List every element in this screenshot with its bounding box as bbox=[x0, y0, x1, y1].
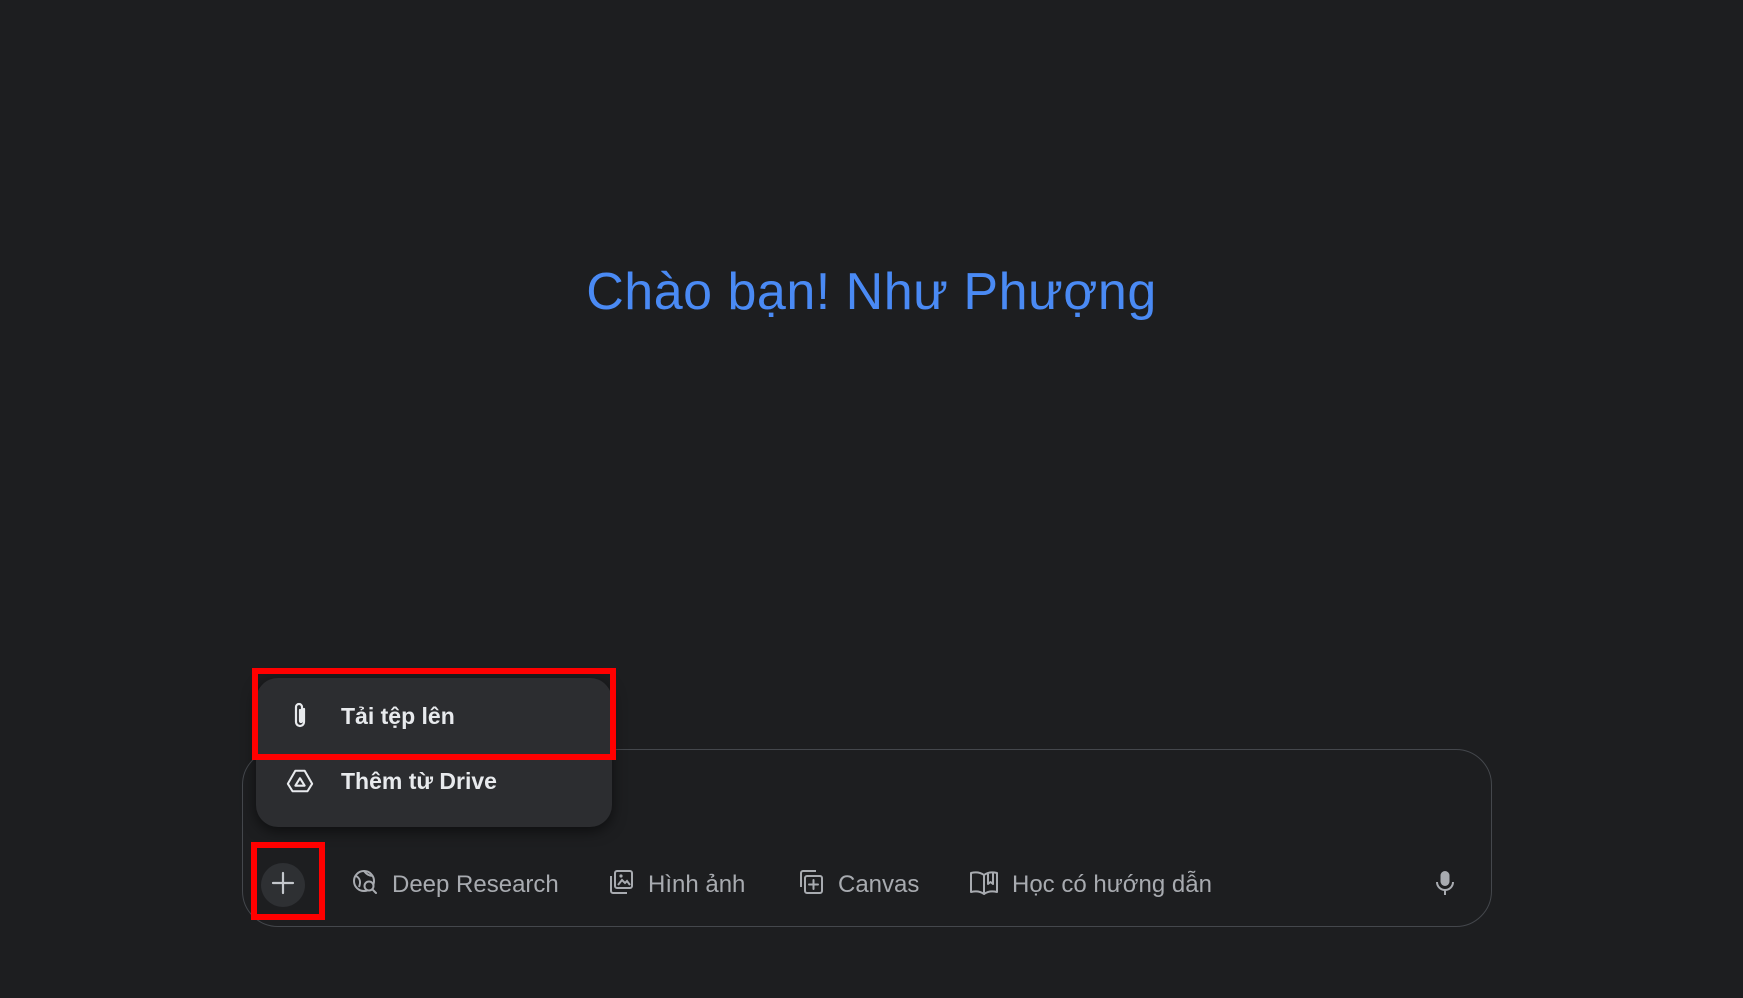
canvas-add-icon bbox=[796, 867, 826, 904]
drive-icon bbox=[286, 767, 314, 795]
app-stage: Chào bạn! Như Phượng Deep Research Hình … bbox=[0, 0, 1743, 998]
image-gallery-icon bbox=[606, 867, 636, 904]
microphone-button[interactable] bbox=[1423, 863, 1467, 907]
greeting-title: Chào bạn! Như Phượng bbox=[586, 263, 1157, 321]
canvas-label: Canvas bbox=[838, 871, 920, 898]
composer-toolbar: Deep Research Hình ảnh Canvas Học có hướ… bbox=[243, 862, 1491, 918]
guided-learning-button[interactable]: Học có hướng dẫn bbox=[968, 862, 1212, 908]
add-attachment-button[interactable] bbox=[261, 863, 305, 907]
guided-learning-label: Học có hướng dẫn bbox=[1012, 871, 1212, 898]
plus-icon bbox=[270, 870, 296, 901]
upload-file-label: Tải tệp lên bbox=[341, 702, 455, 729]
microphone-icon bbox=[1432, 868, 1458, 903]
image-label: Hình ảnh bbox=[648, 871, 746, 898]
canvas-button[interactable]: Canvas bbox=[796, 862, 919, 908]
paperclip-icon bbox=[286, 702, 314, 730]
deep-research-label: Deep Research bbox=[392, 871, 559, 898]
add-from-drive-label: Thêm từ Drive bbox=[341, 767, 497, 794]
globe-search-icon bbox=[350, 867, 380, 904]
deep-research-button[interactable]: Deep Research bbox=[350, 862, 559, 908]
add-from-drive-menu-item[interactable]: Thêm từ Drive bbox=[256, 751, 612, 811]
upload-file-menu-item[interactable]: Tải tệp lên bbox=[256, 686, 612, 746]
open-book-icon bbox=[968, 867, 1000, 904]
attach-menu: Tải tệp lên Thêm từ Drive bbox=[256, 678, 612, 827]
image-button[interactable]: Hình ảnh bbox=[606, 862, 745, 908]
